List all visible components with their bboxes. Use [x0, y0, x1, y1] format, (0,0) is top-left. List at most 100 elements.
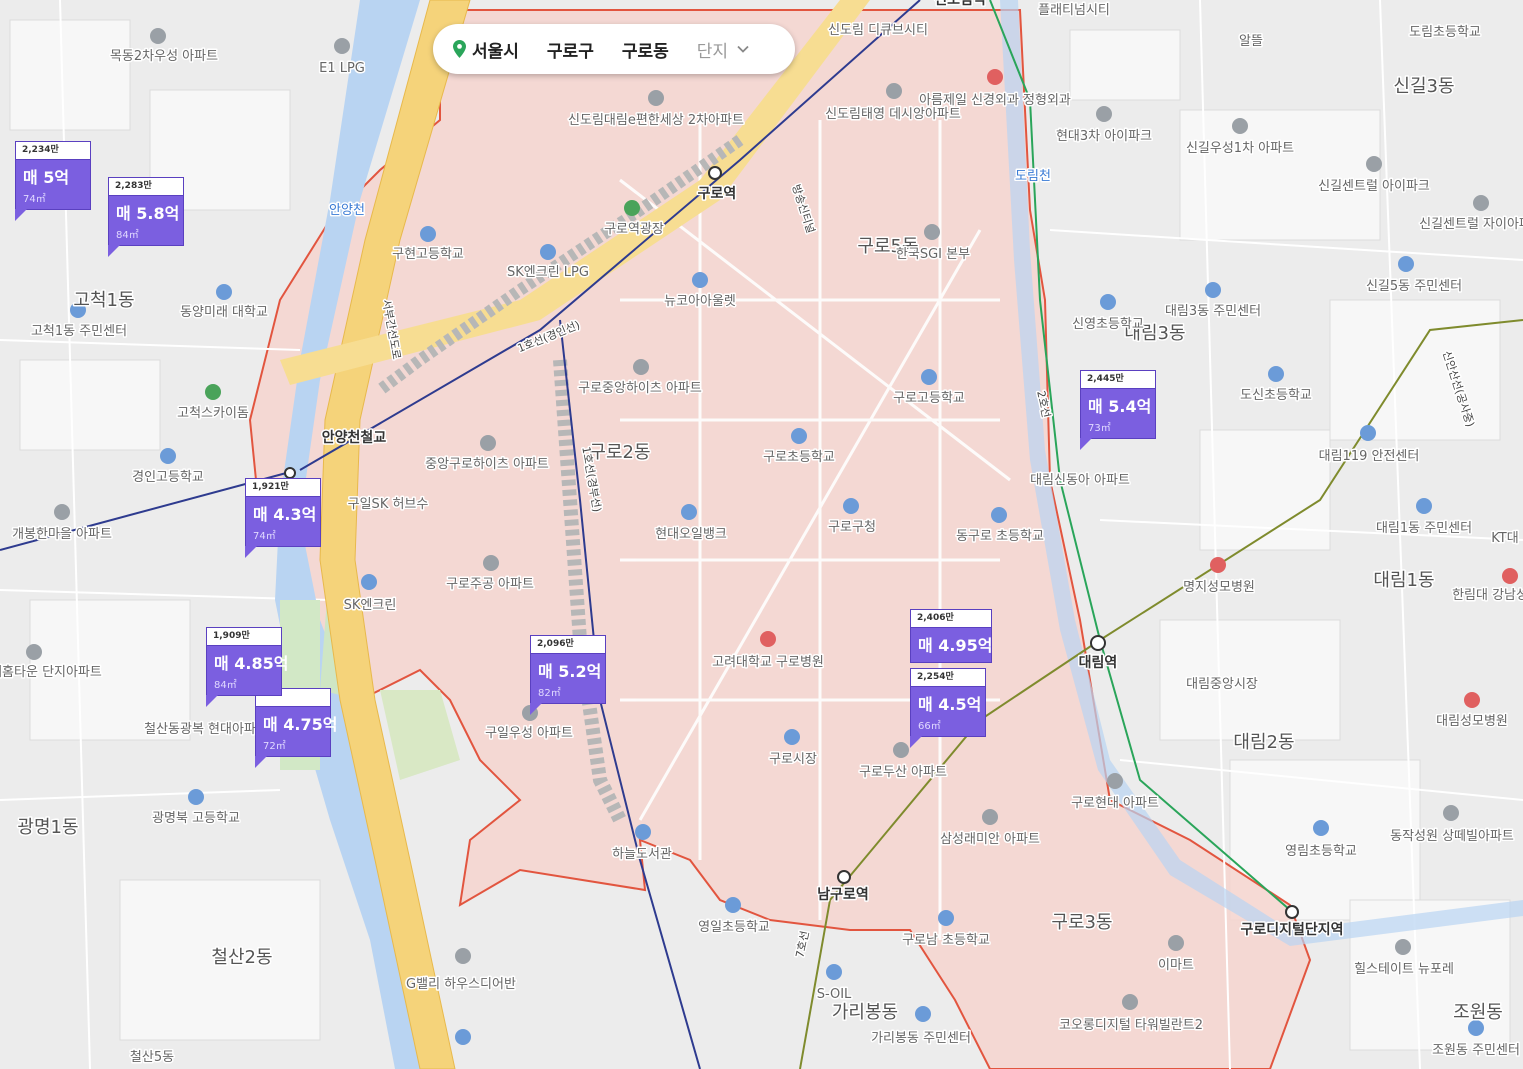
place-label: 동양미래 대학교 — [180, 305, 268, 320]
area-label-guro2: 구로2동 — [589, 442, 650, 463]
price-marker[interactable]: 2,283만 매 5.8억 84㎡ — [108, 177, 184, 257]
place-label: 신도림태영 데시앙아파트 — [825, 107, 961, 122]
place-label: 한림대 강남성심 — [1452, 588, 1523, 603]
price-marker[interactable]: 매 4.75억 72㎡ — [255, 688, 338, 768]
place-label: 구로중앙하이츠 아파트 — [578, 381, 702, 396]
area-label-garibong: 가리봉동 — [832, 1002, 898, 1023]
place-label: 안양천 — [329, 203, 365, 218]
filter-complex-select[interactable]: 단지 — [697, 37, 728, 62]
listing-price: 매 4.3억 — [253, 505, 317, 524]
place-label: 경인고등학교 — [132, 470, 204, 485]
listing-area: 66㎡ — [918, 721, 941, 732]
place-label: 도신초등학교 — [1240, 388, 1312, 403]
place-label: 신길5동 주민센터 — [1366, 279, 1462, 294]
place-label: 동구로 초등학교 — [956, 529, 1044, 544]
area-label-gocheok1: 고척1동 — [73, 290, 134, 311]
listing-area: 74㎡ — [253, 531, 276, 542]
place-label: 가리봉동 주민센터 — [871, 1031, 971, 1046]
place-label: 구로역광장 — [604, 222, 664, 237]
place-label: SK엔크린 LPG — [507, 265, 589, 280]
place-label: 알뜰 — [1239, 34, 1263, 49]
listing-price: 매 5억 — [23, 168, 70, 187]
place-label: 하늘도서관 — [612, 847, 672, 862]
place-label: 대림신동아 아파트 — [1030, 473, 1130, 488]
station-label-guro-digital: 구로디지털단지역 — [1240, 921, 1343, 938]
location-pin-icon — [453, 40, 466, 58]
price-per-area: 2,254만 — [911, 669, 985, 687]
area-label-guro3: 구로3동 — [1051, 912, 1112, 933]
map-canvas[interactable]: 구로5동 구로2동 구로3동 대림3동 대림1동 대림2동 고척1동 광명1동 … — [0, 0, 1523, 1069]
place-label: 뉴코아아울렛 — [664, 294, 736, 309]
place-label: 대림1동 주민센터 — [1376, 521, 1472, 536]
place-label: 대림중앙시장 — [1186, 677, 1258, 692]
station-label-sindorim: 신도림역 — [934, 0, 986, 8]
price-marker[interactable]: 1,921만 매 4.3억 74㎡ — [245, 478, 321, 558]
listing-price: 매 4.5억 — [918, 695, 982, 714]
place-label: 아름제일 신경외과 정형외과 — [919, 93, 1071, 108]
station-label-namguro: 남구로역 — [817, 886, 869, 903]
place-label: 구일우성 아파트 — [485, 726, 573, 741]
place-label: 도림천 — [1015, 169, 1051, 184]
place-label: 구로두산 아파트 — [859, 765, 947, 780]
place-label: 구로현대 아파트 — [1071, 796, 1159, 811]
filter-dong[interactable]: 구로동 — [622, 37, 669, 62]
price-per-area: 2,096만 — [531, 636, 605, 654]
price-marker[interactable]: 2,234만 매 5억 74㎡ — [15, 141, 91, 221]
place-label: 구로구청 — [828, 520, 876, 535]
price-marker[interactable]: 2,445만 매 5.4억 73㎡ — [1080, 370, 1156, 450]
place-label: 고려대학교 구로병원 — [712, 655, 824, 670]
place-label: 신도림 디큐브시티 — [828, 23, 928, 38]
station-label-guro: 구로역 — [698, 185, 737, 202]
listing-area: 73㎡ — [1088, 423, 1111, 434]
place-label: 이마트 — [1158, 958, 1194, 973]
place-label: 철산동광복 현대아파트 — [144, 722, 268, 737]
price-marker[interactable]: 2,096만 매 5.2억 82㎡ — [530, 635, 606, 715]
place-label: 현대홈타운 단지아파트 — [0, 665, 102, 680]
place-label: 구로시장 — [769, 752, 817, 767]
listing-price: 매 4.95억 — [918, 636, 993, 655]
price-per-area: 2,283만 — [109, 178, 183, 196]
place-label: S-OIL — [817, 987, 852, 1002]
listing-area: 84㎡ — [214, 680, 237, 691]
place-label: 동작성원 상떼빌아파트 — [1390, 829, 1514, 844]
area-label-cheolsan2: 철산2동 — [211, 947, 272, 968]
listing-area — [911, 656, 991, 662]
place-label: 구로남 초등학교 — [902, 933, 990, 948]
place-label: 중앙구로하이츠 아파트 — [425, 457, 549, 472]
listing-area: 84㎡ — [116, 230, 139, 241]
place-label: 광명북 고등학교 — [152, 811, 240, 826]
area-label-singil3: 신길3동 — [1393, 76, 1454, 97]
place-label: 신길우성1차 아파트 — [1186, 141, 1294, 156]
place-label: 대림119 안전센터 — [1319, 449, 1420, 464]
listing-price: 매 5.4억 — [1088, 397, 1152, 416]
filter-district[interactable]: 구로구 — [547, 37, 594, 62]
place-label: 대림성모병원 — [1436, 714, 1508, 729]
area-label-daerim2: 대림2동 — [1233, 732, 1294, 753]
price-per-area: 2,445만 — [1081, 371, 1155, 389]
place-label: 도림초등학교 — [1409, 25, 1481, 40]
station-label-anyangcheon-bridge: 안양천철교 — [322, 429, 387, 446]
place-label: 신길센트럴 자이아파트 — [1419, 217, 1523, 232]
place-label: 신영초등학교 — [1072, 317, 1144, 332]
location-filter-bar: 서울시 구로구 구로동 단지 — [433, 24, 795, 74]
place-label: 구로고등학교 — [893, 391, 965, 406]
filter-city[interactable]: 서울시 — [472, 37, 519, 62]
listing-price: 매 4.85억 — [214, 654, 289, 673]
price-marker[interactable]: 2,254만 매 4.5억 66㎡ — [910, 668, 986, 748]
place-label: 힐스테이트 뉴포레 — [1354, 962, 1454, 977]
place-label: 한국SGI 본부 — [896, 247, 970, 262]
price-marker[interactable]: 2,406만 매 4.95억 — [910, 609, 993, 663]
price-per-area: 1,909만 — [207, 628, 281, 646]
place-label: 삼성래미안 아파트 — [940, 832, 1040, 847]
place-label: 개봉한마을 아파트 — [12, 527, 112, 542]
place-label: 명지성모병원 — [1183, 580, 1255, 595]
chevron-down-icon[interactable] — [736, 42, 750, 56]
area-label-gwangmyeong1: 광명1동 — [17, 817, 78, 838]
price-marker[interactable]: 1,909만 매 4.85억 84㎡ — [206, 627, 289, 707]
place-label: 고척1동 주민센터 — [31, 324, 127, 339]
price-per-area: 1,921만 — [246, 479, 320, 497]
place-label: SK엔크린 — [344, 598, 397, 613]
area-label-daerim1: 대림1동 — [1373, 570, 1434, 591]
place-label: 구현고등학교 — [392, 247, 464, 262]
place-label: 영림초등학교 — [1285, 844, 1357, 859]
